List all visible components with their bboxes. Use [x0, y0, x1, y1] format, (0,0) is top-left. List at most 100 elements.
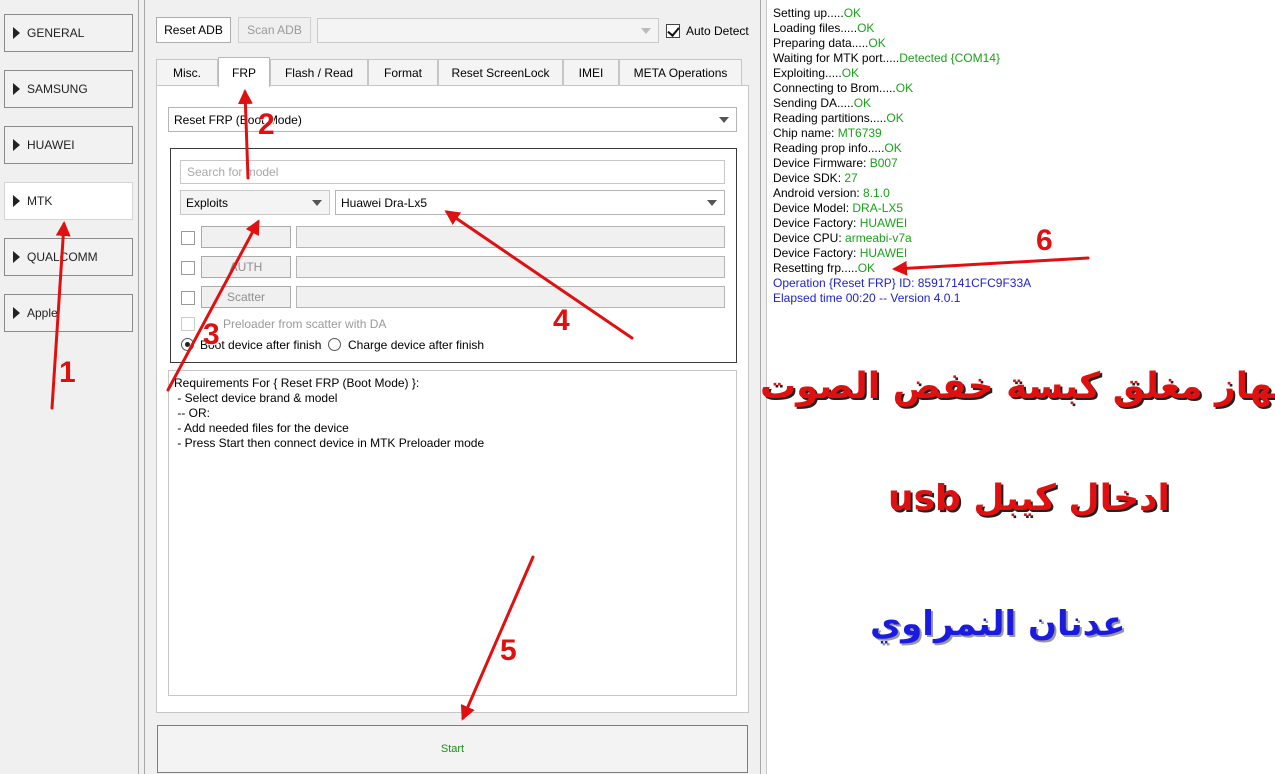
log-text: Sending DA.....: [773, 96, 854, 110]
scatter-button[interactable]: Scatter: [201, 286, 291, 308]
log-line: Device SDK: 27: [773, 171, 1275, 186]
log-value: HUAWEI: [859, 246, 908, 260]
step-number-5: 5: [500, 634, 517, 667]
log-value: armeabi-v7a: [845, 231, 912, 245]
nav-label: HUAWEI: [27, 138, 75, 152]
log-text: Device CPU:: [773, 231, 846, 245]
log-text: Reading partitions.....: [773, 111, 887, 125]
auto-detect-label: Auto Detect: [686, 24, 749, 38]
frp-operation-value: Reset FRP (Boot Mode): [174, 112, 302, 127]
log-line: Resetting frp.....OK: [773, 261, 1275, 276]
step-number-3: 3: [203, 318, 220, 351]
tab-reset-screenlock[interactable]: Reset ScreenLock: [438, 59, 563, 86]
log-line: Sending DA.....OK: [773, 96, 1275, 111]
file-1-path-field[interactable]: [296, 226, 725, 248]
scatter-checkbox[interactable]: [181, 291, 195, 305]
nav-label: GENERAL: [27, 26, 85, 40]
expand-arrow-icon: [13, 307, 20, 319]
start-button[interactable]: Start: [157, 725, 748, 773]
log-line: Device CPU: armeabi-v7a: [773, 231, 1275, 246]
tab-frp[interactable]: FRP: [218, 57, 270, 87]
log-line: Device Factory: HUAWEI: [773, 216, 1275, 231]
scan-adb-button[interactable]: Scan ADB: [238, 17, 311, 43]
auth-path-field[interactable]: [296, 256, 725, 278]
log-value: B007: [869, 156, 898, 170]
expand-arrow-icon: [13, 27, 20, 39]
tab-meta-operations[interactable]: META Operations: [619, 59, 742, 86]
log-value: 27: [844, 171, 858, 185]
log-value: MT6739: [837, 126, 882, 140]
instruction-text-1: الجهاز مغلق كبسة خفض الصوت: [760, 366, 1275, 407]
tab-flash-read[interactable]: Flash / Read: [270, 59, 368, 86]
requirement-line: - Add needed files for the device: [174, 421, 349, 435]
charge-after-finish-radio[interactable]: [328, 338, 341, 351]
log-text: Waiting for MTK port.....: [773, 51, 900, 65]
log-value: OK: [884, 141, 902, 155]
nav-huawei[interactable]: HUAWEI: [4, 126, 133, 164]
log-text: Setting up.....: [773, 6, 844, 20]
chevron-down-icon: [707, 200, 717, 206]
log-line: Elapsed time 00:20 -- Version 4.0.1: [773, 291, 1275, 306]
expand-arrow-icon: [13, 139, 20, 151]
model-value: Huawei Dra-Lx5: [341, 195, 428, 210]
reset-adb-button[interactable]: Reset ADB: [156, 17, 231, 43]
log-value: OK: [868, 36, 886, 50]
tab-format[interactable]: Format: [368, 59, 438, 86]
file-1-button[interactable]: [201, 226, 291, 248]
requirements-text: Requirements For { Reset FRP (Boot Mode)…: [168, 370, 737, 696]
log-value: Operation {Reset FRP} ID: 85917141CFC9F3…: [773, 276, 1032, 290]
step-number-2: 2: [258, 108, 275, 141]
nav-general[interactable]: GENERAL: [4, 14, 133, 52]
log-value: DRA-LX5: [852, 201, 904, 215]
auth-button[interactable]: AUTH: [201, 256, 291, 278]
log-line: Device Firmware: B007: [773, 156, 1275, 171]
scatter-path-field[interactable]: [296, 286, 725, 308]
log-line: Connecting to Brom.....OK: [773, 81, 1275, 96]
chevron-down-icon: [719, 117, 729, 123]
log-text: Exploiting.....: [773, 66, 842, 80]
tab-imei[interactable]: IMEI: [563, 59, 619, 86]
requirement-line: - Press Start then connect device in MTK…: [174, 436, 485, 450]
log-value: OK: [841, 66, 860, 80]
boot-after-finish-radio[interactable]: [181, 338, 194, 351]
log-text: Chip name:: [773, 126, 838, 140]
step-number-1: 1: [59, 356, 76, 389]
file-1-checkbox[interactable]: [181, 231, 195, 245]
log-text: Device Factory:: [773, 246, 860, 260]
log-line: Device Factory: HUAWEI: [773, 246, 1275, 261]
frp-operation-select[interactable]: Reset FRP (Boot Mode): [168, 107, 737, 132]
log-value: OK: [843, 6, 862, 20]
preloader-checkbox[interactable]: [181, 317, 195, 331]
nav-samsung[interactable]: SAMSUNG: [4, 70, 133, 108]
log-text: Device Firmware:: [773, 156, 870, 170]
auth-checkbox[interactable]: [181, 261, 195, 275]
nav-label: SAMSUNG: [27, 82, 88, 96]
model-select[interactable]: Huawei Dra-Lx5: [335, 190, 725, 215]
nav-mtk[interactable]: MTK: [4, 182, 133, 220]
log-line: Chip name: MT6739: [773, 126, 1275, 141]
log-text: Connecting to Brom.....: [773, 81, 896, 95]
adb-device-select[interactable]: [317, 18, 659, 43]
model-search-input[interactable]: Search for model: [180, 160, 725, 184]
tab-misc[interactable]: Misc.: [156, 59, 218, 86]
expand-arrow-icon: [13, 83, 20, 95]
nav-apple[interactable]: Apple: [4, 294, 133, 332]
log-line: Exploiting.....OK: [773, 66, 1275, 81]
chevron-down-icon: [312, 200, 322, 206]
nav-qualcomm[interactable]: QUALCOMM: [4, 238, 133, 276]
nav-label: Apple: [27, 306, 58, 320]
nav-label: MTK: [27, 194, 53, 208]
log-text: Reading prop info.....: [773, 141, 885, 155]
log-value: OK: [857, 261, 876, 275]
log-value: Detected {COM14}: [899, 51, 1000, 65]
instruction-text-2: ادخال كيبل usb: [888, 478, 1170, 519]
nav-label: QUALCOMM: [27, 250, 98, 264]
auto-detect-checkbox[interactable]: [666, 24, 680, 38]
log-line: Preparing data.....OK: [773, 36, 1275, 51]
chevron-down-icon: [641, 28, 651, 34]
step-number-4: 4: [553, 304, 570, 337]
requirement-line: - Select device brand & model: [174, 391, 338, 405]
brand-select[interactable]: Exploits: [180, 190, 330, 215]
preloader-label: Preloader from scatter with DA: [223, 317, 387, 331]
log-line: Reading prop info.....OK: [773, 141, 1275, 156]
